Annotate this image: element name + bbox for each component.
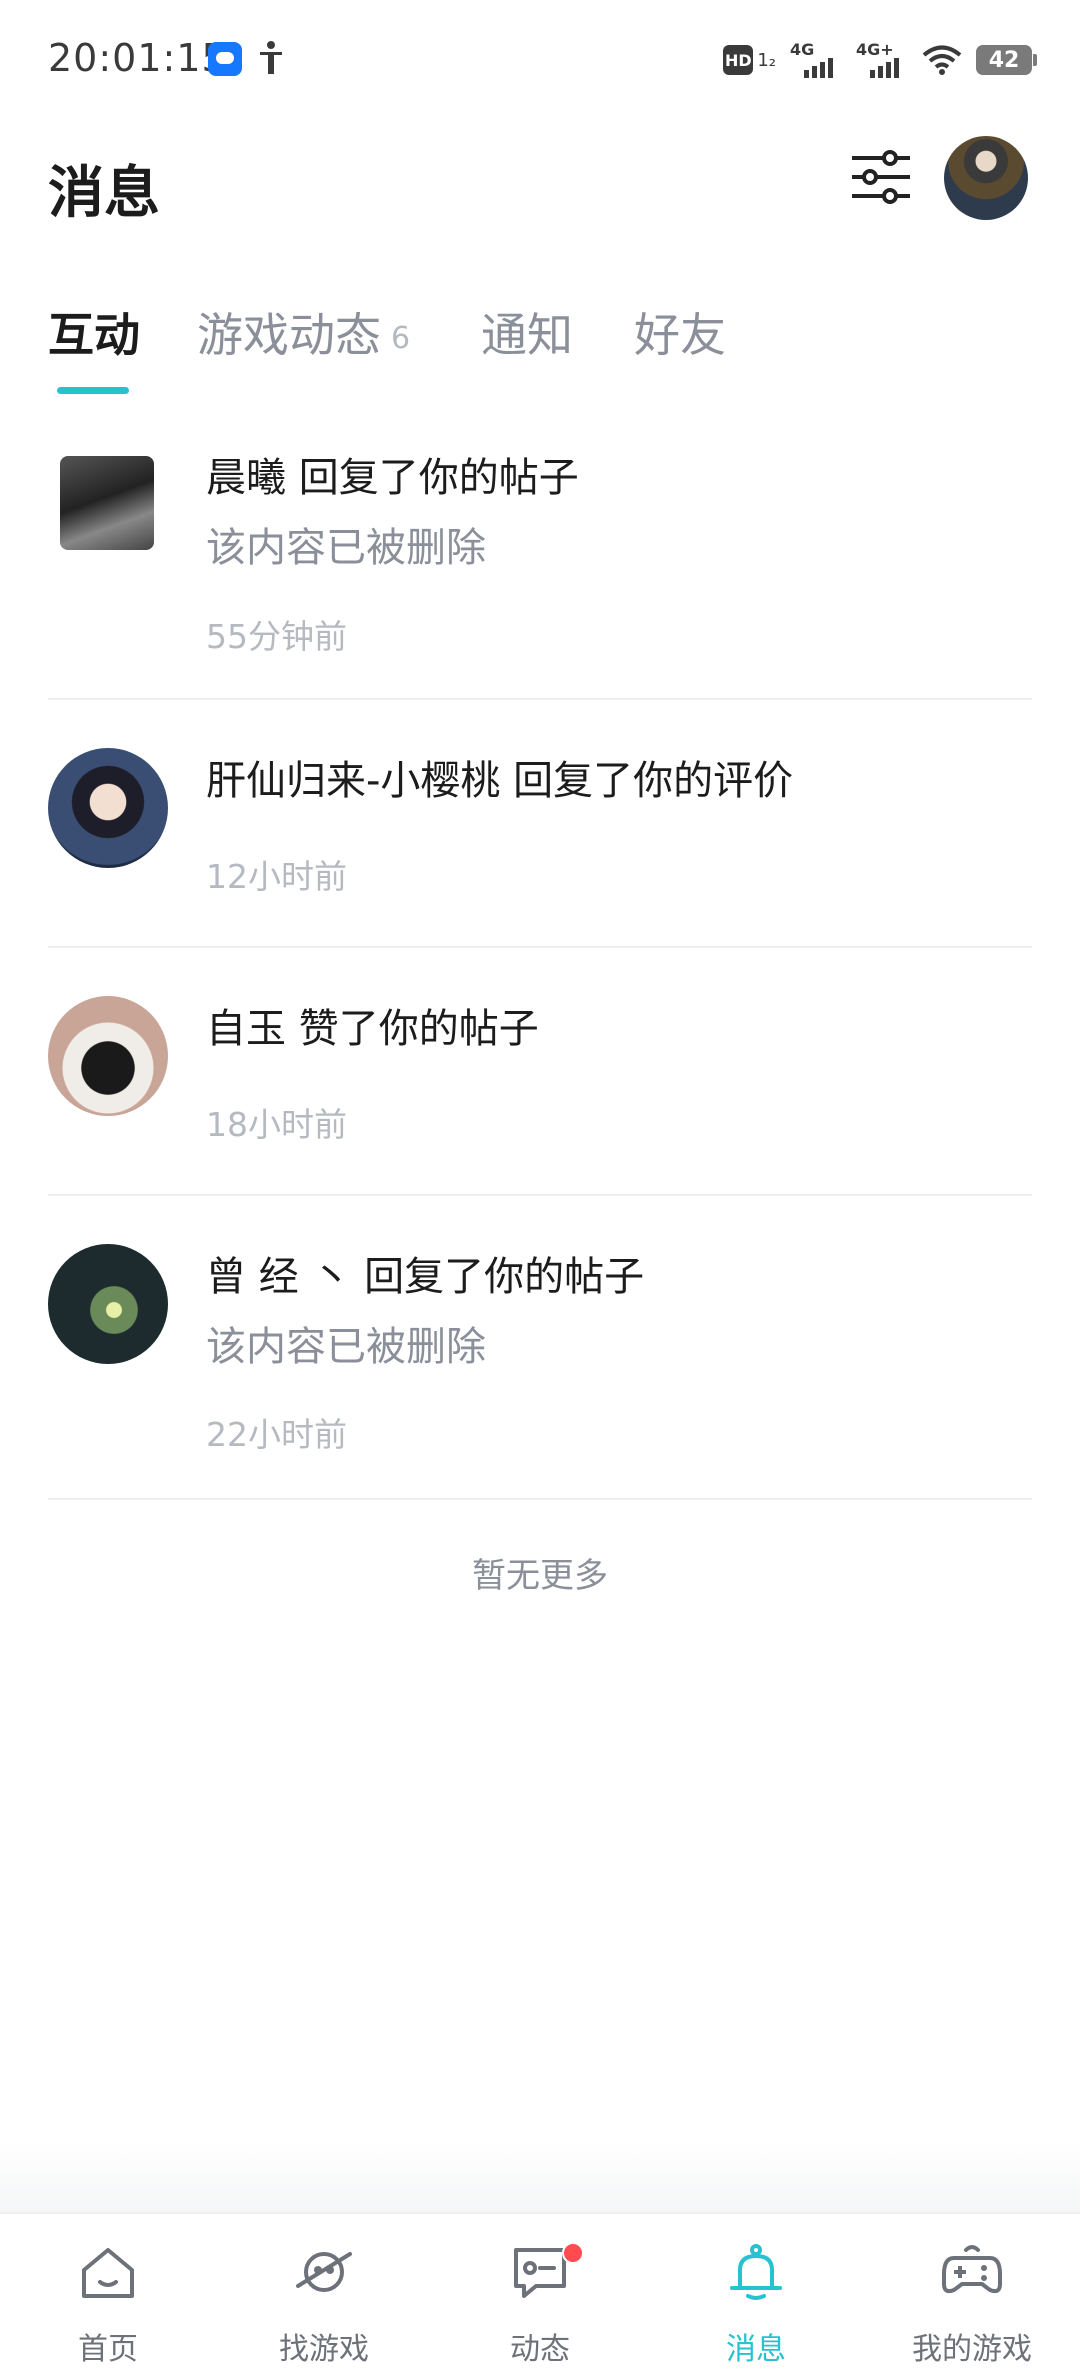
tab-interaction[interactable]: 互动 xyxy=(48,299,140,365)
accessibility-icon xyxy=(260,41,282,74)
status-time: 20:01:15 xyxy=(48,36,227,80)
home-icon xyxy=(82,2248,134,2298)
tab-count-badge: 6 xyxy=(391,321,411,356)
avatar[interactable] xyxy=(60,456,154,550)
message-list: 晨曦 回复了你的帖子 该内容已被删除 55分钟前 肝仙归来-小樱桃 回复了你的评… xyxy=(0,410,1080,1500)
bell-icon xyxy=(730,2244,782,2300)
avatar[interactable] xyxy=(48,996,168,1116)
end-of-list-text: 暂无更多 xyxy=(472,1556,608,1596)
nav-feed[interactable]: 动态 xyxy=(432,2214,648,2376)
tab-friends[interactable]: 好友 xyxy=(634,299,726,365)
sliders-icon[interactable] xyxy=(848,144,914,210)
user-avatar[interactable] xyxy=(944,136,1028,220)
list-item[interactable]: 自玉 赞了你的帖子 18小时前 xyxy=(0,948,1080,1196)
planet-icon xyxy=(296,2252,352,2292)
wifi-icon xyxy=(922,45,962,75)
status-indicators: HD 1₂ 4G 4G+ 42 xyxy=(723,38,1037,82)
hd-sim-label: 1₂ xyxy=(757,49,776,71)
avatar[interactable] xyxy=(48,748,168,868)
nav-label: 我的游戏 xyxy=(912,2332,1032,2367)
notification-dot xyxy=(562,2242,584,2264)
bottom-fade xyxy=(0,2140,1080,2212)
list-item[interactable]: 曾 经 丶 回复了你的帖子 该内容已被删除 22小时前 xyxy=(0,1196,1080,1500)
nav-label: 消息 xyxy=(726,2332,786,2367)
message-content: 该内容已被删除 xyxy=(206,1324,486,1370)
list-item[interactable]: 肝仙归来-小樱桃 回复了你的评价 12小时前 xyxy=(0,700,1080,948)
nav-my-games[interactable]: 我的游戏 xyxy=(864,2214,1080,2376)
divider xyxy=(48,1498,1032,1500)
nav-find-games[interactable]: 找游戏 xyxy=(216,2214,432,2376)
tab-notifications[interactable]: 通知 xyxy=(481,299,573,365)
message-title: 晨曦 回复了你的帖子 xyxy=(206,455,579,501)
status-bar: 20:01:15 HD 1₂ 4G 4G+ 42 xyxy=(0,0,1080,120)
nav-label: 找游戏 xyxy=(279,2332,369,2367)
hd-icon: HD xyxy=(723,45,754,75)
page-title: 消息 xyxy=(48,161,160,226)
tab-indicator xyxy=(57,387,129,394)
message-time: 22小时前 xyxy=(206,1415,347,1454)
message-time: 55分钟前 xyxy=(206,617,347,656)
gamepad-icon xyxy=(942,2245,1002,2294)
tab-game-news[interactable]: 游戏动态 6 xyxy=(197,299,410,365)
nav-home[interactable]: 首页 xyxy=(0,2214,216,2376)
message-title: 肝仙归来-小樱桃 回复了你的评价 xyxy=(206,758,794,804)
message-content: 该内容已被删除 xyxy=(206,525,486,571)
battery-icon: 42 xyxy=(976,45,1037,75)
avatar[interactable] xyxy=(48,1244,168,1364)
nav-label: 首页 xyxy=(78,2332,138,2367)
nav-label: 动态 xyxy=(510,2332,570,2367)
message-time: 12小时前 xyxy=(206,857,347,896)
signal-icon-sim2: 4G+ xyxy=(856,40,908,78)
header: 消息 xyxy=(0,120,1080,250)
nav-messages[interactable]: 消息 xyxy=(648,2214,864,2376)
message-title: 曾 经 丶 回复了你的帖子 xyxy=(206,1254,645,1300)
message-time: 18小时前 xyxy=(206,1105,347,1144)
tab-bar: 互动 游戏动态 6 通知 好友 xyxy=(0,285,1080,405)
list-item[interactable]: 晨曦 回复了你的帖子 该内容已被删除 55分钟前 xyxy=(0,410,1080,700)
notification-app-icon xyxy=(208,42,242,76)
bottom-nav: 首页 找游戏 动态 消息 我的游戏 xyxy=(0,2212,1080,2376)
messages-page: 20:01:15 HD 1₂ 4G 4G+ 42 消息 互动 游戏动态 6 通知… xyxy=(0,0,1080,2376)
signal-icon-sim1: 4G xyxy=(790,40,842,78)
message-title: 自玉 赞了你的帖子 xyxy=(206,1006,539,1052)
